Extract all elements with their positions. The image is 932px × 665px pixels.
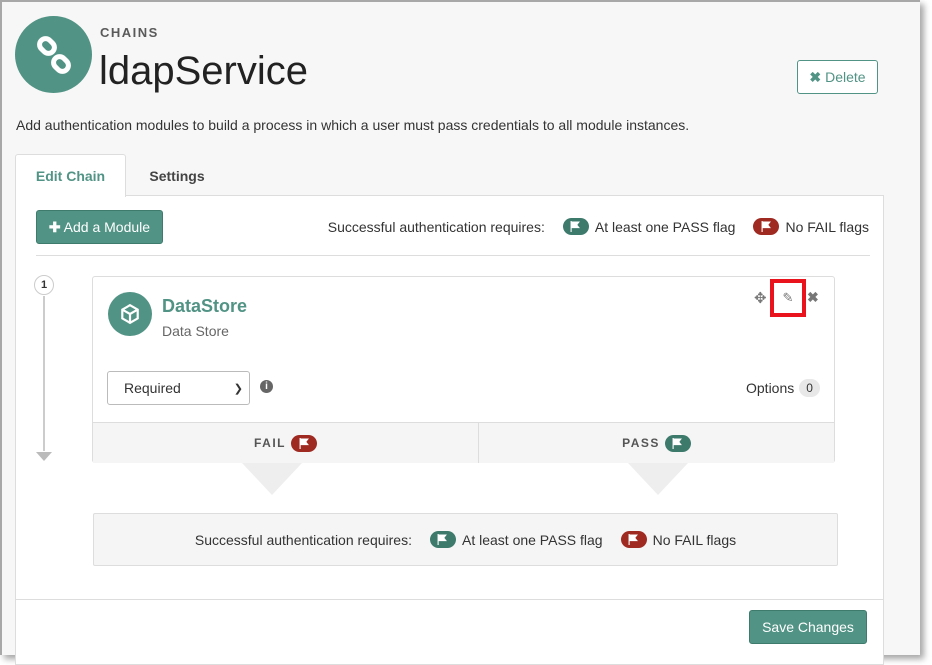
step-number: 1: [34, 275, 54, 295]
remove-icon[interactable]: ✖: [807, 289, 819, 306]
delete-button[interactable]: ✖ Delete: [797, 60, 878, 94]
tab-edit-chain[interactable]: Edit Chain: [15, 154, 126, 197]
flag-icon: [429, 531, 456, 548]
fail-arrow: [242, 463, 302, 495]
options-count-badge: 0: [799, 379, 820, 397]
pass-arrow: [628, 463, 688, 495]
flag-icon: [562, 218, 589, 235]
page-title: ldapService: [99, 49, 309, 93]
flag-icon: [620, 531, 647, 548]
chevron-down-icon: ❯: [233, 382, 243, 395]
page-description: Add authentication modules to build a pr…: [16, 117, 690, 133]
divider: [16, 599, 883, 600]
divider: [36, 255, 870, 256]
module-card: DataStore Data Store ✥ ✎ ✖ Options 0 FAIL…: [92, 276, 835, 463]
breadcrumb: CHAINS: [100, 25, 159, 40]
info-icon[interactable]: i: [260, 380, 273, 393]
pass-outcome: PASS: [479, 422, 834, 463]
close-icon: ✖: [809, 68, 822, 85]
step-line: [43, 296, 45, 451]
options-button[interactable]: Options 0: [746, 379, 820, 397]
tab-settings[interactable]: Settings: [126, 154, 228, 197]
module-name[interactable]: DataStore: [162, 296, 247, 317]
save-changes-button[interactable]: Save Changes: [749, 610, 867, 644]
plus-icon: ✚: [48, 218, 61, 235]
criteria-select[interactable]: Required ❯: [107, 371, 250, 405]
link-icon: [36, 35, 71, 74]
window: CHAINS ldapService ✖ Delete Add authentic…: [0, 0, 920, 665]
module-type: Data Store: [162, 323, 229, 339]
arrow-down-icon: [36, 452, 52, 461]
flag-icon: [664, 434, 691, 452]
cube-icon: [108, 292, 152, 336]
add-module-button[interactable]: ✚ Add a Module: [36, 210, 163, 244]
auth-requirements: Successful authentication requires: At l…: [327, 218, 869, 235]
flag-icon: [753, 218, 780, 235]
chain-result-requirements: Successful authentication requires: At l…: [93, 513, 838, 566]
edit-pencil-icon[interactable]: ✎: [770, 279, 806, 317]
flag-icon: [291, 434, 317, 452]
move-icon[interactable]: ✥: [754, 289, 767, 307]
fail-outcome: FAIL: [93, 422, 479, 463]
chain-logo: [15, 16, 92, 93]
